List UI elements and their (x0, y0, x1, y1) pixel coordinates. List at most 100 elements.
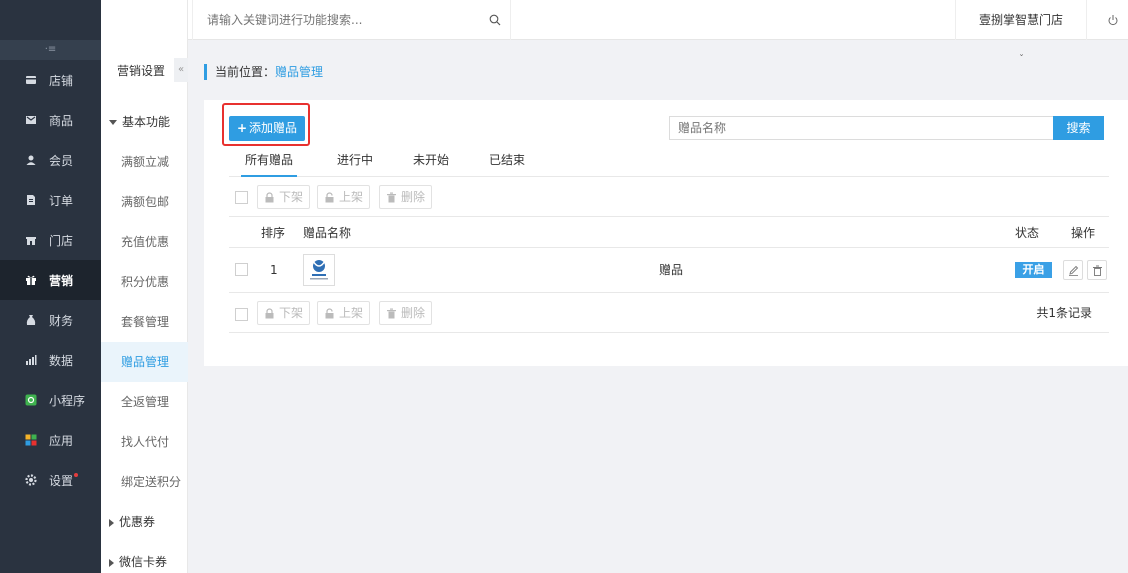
sidebar-item-label: 数据 (49, 353, 74, 368)
store-name[interactable]: 壹捌掌智慧门店 (955, 0, 1087, 40)
sidebar-item-finance[interactable]: 财务 (0, 300, 101, 340)
plus-icon: + (236, 121, 248, 135)
breadcrumb-prefix: 当前位置： (215, 65, 276, 79)
order-icon (24, 193, 38, 207)
collapse-subnav-icon[interactable]: « (174, 58, 188, 82)
table-header: 排序 赠品名称 状态 操作 (229, 218, 1109, 248)
sidebar-item-apps[interactable]: 应用 (0, 420, 101, 460)
sidebar-collapse-icon[interactable]: ·≡ (0, 40, 101, 60)
sidebar-item-label: 门店 (49, 233, 74, 248)
edit-button[interactable] (1063, 260, 1083, 280)
sidebar-item-shop[interactable]: 门店 (0, 220, 101, 260)
sidebar-item-marketing[interactable]: 营销 (0, 260, 101, 300)
breadcrumb: 当前位置：赠品管理 (204, 64, 323, 80)
sidebar-item-label: 应用 (49, 433, 74, 448)
subnav-item-full-reduction[interactable]: 满额立减 (101, 142, 188, 182)
unlock-icon (325, 307, 334, 318)
subnav-group-wxcard[interactable]: 微信卡券 (101, 542, 188, 573)
sidebar-item-store[interactable]: 店铺 (0, 60, 101, 100)
subnav-group-basic[interactable]: 基本功能 (101, 102, 188, 142)
gift-icon (24, 273, 38, 287)
gift-search-button[interactable]: 搜索 (1053, 116, 1104, 140)
notification-dot (74, 473, 78, 477)
sidebar-item-label: 小程序 (49, 393, 86, 408)
sidebar-item-label: 营销 (49, 273, 74, 288)
bulk-online-button[interactable]: 上架 (317, 185, 371, 209)
apps-icon (24, 433, 38, 447)
add-gift-button[interactable]: + 添加赠品 (229, 116, 305, 141)
subnav-group-label: 微信卡券 (119, 555, 168, 569)
row-sort: 1 (270, 263, 278, 277)
search-icon (489, 14, 500, 26)
sidebar-item-label: 会员 (49, 153, 74, 168)
store-icon (24, 73, 38, 87)
sidebar-item-goods[interactable]: 商品 (0, 100, 101, 140)
gift-name-input[interactable] (669, 116, 1054, 140)
subnav-item-bind-points[interactable]: 绑定送积分 (101, 462, 188, 502)
sub-sidebar: 营销设置 « 基本功能 满额立减 满额包邮 充值优惠 积分优惠 套餐管理 赠品管… (101, 0, 188, 573)
breadcrumb-current[interactable]: 赠品管理 (275, 65, 323, 79)
tab-not-started[interactable]: 未开始 (405, 148, 457, 177)
select-all-checkbox-bottom[interactable] (235, 308, 248, 321)
sidebar-item-label: 商品 (49, 113, 74, 128)
bulk-delete-button[interactable]: 删除 (379, 185, 433, 209)
unlock-icon (325, 191, 334, 202)
subnav-item-package[interactable]: 套餐管理 (101, 302, 188, 342)
bulk-toolbar-bottom: 下架 上架 删除 共1条记录 (229, 293, 1109, 333)
shop-icon (24, 233, 38, 247)
subnav-item-cashback[interactable]: 全返管理 (101, 382, 188, 422)
caret-right-icon (109, 558, 114, 567)
sidebar-item-label: 财务 (49, 313, 74, 328)
sidebar-item-member[interactable]: 会员 (0, 140, 101, 180)
bulk-offline-button[interactable]: 下架 (257, 185, 311, 209)
tab-all[interactable]: 所有赠品 (241, 148, 297, 177)
add-gift-label: 添加赠品 (249, 121, 298, 135)
row-name: 赠品 (659, 263, 684, 277)
select-all-checkbox[interactable] (235, 191, 248, 204)
miniprogram-icon (24, 393, 38, 407)
logout-button[interactable] (1099, 0, 1127, 40)
bulk-online-button[interactable]: 上架 (317, 301, 371, 325)
bulk-toolbar-top: 下架 上架 删除 (229, 177, 1109, 217)
sidebar-item-miniprogram[interactable]: 小程序 (0, 380, 101, 420)
main-sidebar: ·≡ 店铺 商品 会员 订单 门店 营销 财务 数据 小程序 应用 设置 (0, 0, 101, 573)
column-name: 赠品名称 (303, 226, 352, 240)
delete-button[interactable] (1087, 260, 1107, 280)
tab-ongoing[interactable]: 进行中 (329, 148, 381, 177)
function-search-input[interactable] (193, 0, 511, 40)
gift-thumbnail[interactable] (303, 254, 335, 286)
subnav-item-free-shipping[interactable]: 满额包邮 (101, 182, 188, 222)
search-button[interactable] (479, 0, 511, 40)
lock-icon (265, 307, 274, 318)
subnav-item-recharge[interactable]: 充值优惠 (101, 222, 188, 262)
pencil-icon (1068, 265, 1078, 276)
logo-area (0, 0, 101, 40)
row-checkbox[interactable] (235, 263, 248, 276)
subnav-group-coupon[interactable]: 优惠券 (101, 502, 188, 542)
tab-ended[interactable]: 已结束 (481, 148, 533, 177)
status-badge[interactable]: 开启 (1015, 262, 1052, 278)
bulk-online-label: 上架 (339, 190, 364, 204)
chart-icon (24, 353, 38, 367)
sidebar-item-settings[interactable]: 设置 (0, 460, 101, 500)
bulk-delete-button[interactable]: 删除 (379, 301, 433, 325)
subnav-group-label: 优惠券 (119, 515, 156, 529)
bulk-delete-label: 删除 (401, 306, 426, 320)
chevron-down-icon[interactable]: ˇ (1019, 54, 1024, 65)
user-icon (24, 153, 38, 167)
subnav-item-pay-for-me[interactable]: 找人代付 (101, 422, 188, 462)
status-tabs: 所有赠品 进行中 未开始 已结束 (229, 148, 1109, 177)
gift-logo-image (310, 260, 328, 280)
finance-icon (24, 313, 38, 327)
bulk-offline-label: 下架 (279, 306, 304, 320)
sidebar-item-order[interactable]: 订单 (0, 180, 101, 220)
bulk-online-label: 上架 (339, 306, 364, 320)
sidebar-item-data[interactable]: 数据 (0, 340, 101, 380)
subnav-item-points[interactable]: 积分优惠 (101, 262, 188, 302)
column-ops: 操作 (1071, 226, 1096, 240)
subnav-item-gift[interactable]: 赠品管理 (101, 342, 188, 382)
bulk-offline-button[interactable]: 下架 (257, 301, 311, 325)
table-row: 1 赠品 开启 (229, 248, 1109, 293)
column-sort: 排序 (261, 226, 286, 240)
lock-icon (265, 191, 274, 202)
